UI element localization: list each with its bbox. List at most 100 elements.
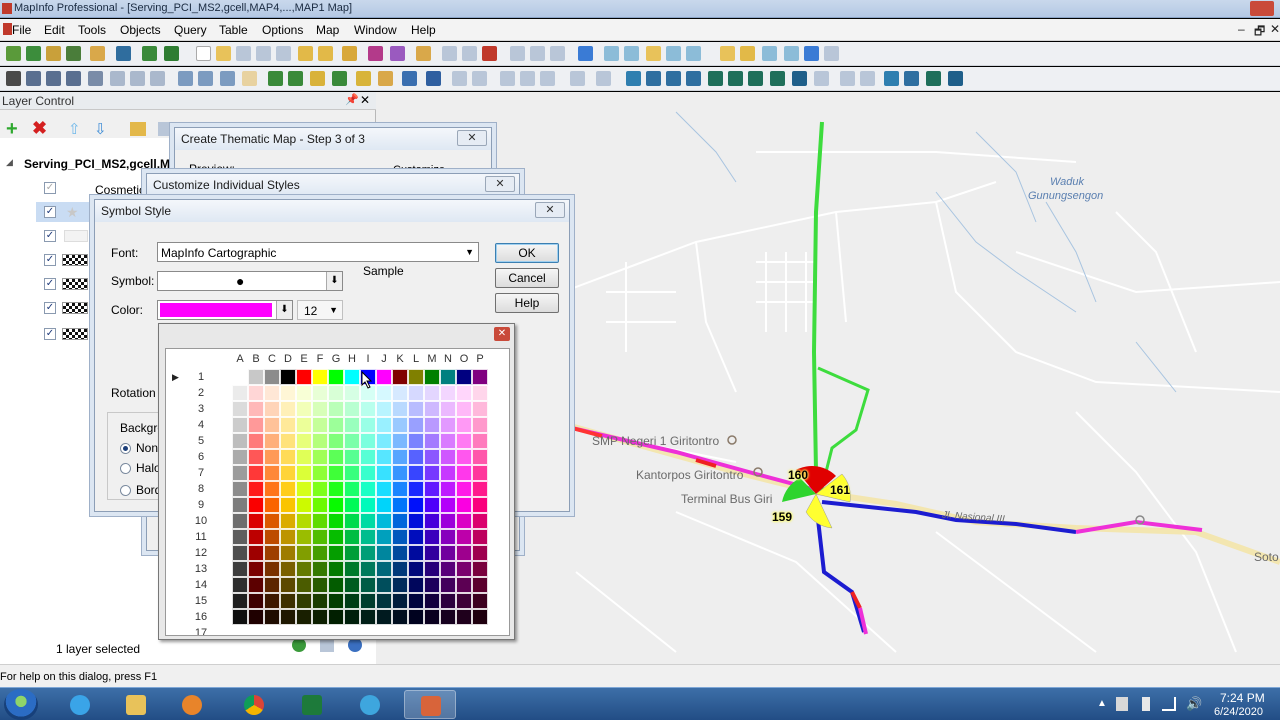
polygon-tool-icon[interactable] xyxy=(708,71,723,86)
select-arrow-icon[interactable] xyxy=(6,71,21,86)
palette-color-cell[interactable] xyxy=(440,497,456,513)
palette-color-cell[interactable] xyxy=(232,529,248,545)
label-tool-icon[interactable] xyxy=(310,71,325,86)
palette-color-cell[interactable] xyxy=(296,609,312,625)
remove-layer-icon[interactable]: ✖ xyxy=(32,119,47,137)
palette-color-cell[interactable] xyxy=(424,561,440,577)
palette-color-cell[interactable] xyxy=(456,545,472,561)
palette-color-cell[interactable] xyxy=(280,577,296,593)
print-preview-icon[interactable] xyxy=(462,46,477,61)
palette-color-cell[interactable] xyxy=(280,609,296,625)
palette-color-cell[interactable] xyxy=(264,417,280,433)
palette-color-cell[interactable] xyxy=(232,625,248,635)
ok-button[interactable]: OK xyxy=(495,243,559,263)
node-icon[interactable] xyxy=(520,71,535,86)
palette-color-cell[interactable] xyxy=(280,529,296,545)
palette-color-cell[interactable] xyxy=(360,401,376,417)
apply-icon[interactable] xyxy=(292,638,306,652)
palette-color-cell[interactable] xyxy=(408,417,424,433)
palette-color-cell[interactable] xyxy=(296,417,312,433)
palette-color-cell[interactable] xyxy=(376,465,392,481)
palette-color-cell[interactable] xyxy=(392,497,408,513)
palette-color-cell[interactable] xyxy=(424,497,440,513)
palette-color-cell[interactable] xyxy=(344,481,360,497)
region-style-icon[interactable] xyxy=(926,71,941,86)
palette-color-cell[interactable] xyxy=(280,561,296,577)
palette-color-cell[interactable] xyxy=(456,417,472,433)
palette-color-cell[interactable] xyxy=(264,513,280,529)
polyline-tool-icon[interactable] xyxy=(666,71,681,86)
zoom-out-icon[interactable] xyxy=(198,71,213,86)
palette-color-cell[interactable] xyxy=(296,561,312,577)
palette-color-cell[interactable] xyxy=(456,385,472,401)
undo-icon[interactable] xyxy=(578,46,593,61)
palette-color-cell[interactable] xyxy=(424,369,440,385)
palette-color-cell[interactable] xyxy=(408,369,424,385)
palette-color-cell[interactable] xyxy=(408,449,424,465)
open-workspace-icon[interactable] xyxy=(26,46,41,61)
palette-color-cell[interactable] xyxy=(312,529,328,545)
palette-color-cell[interactable] xyxy=(424,385,440,401)
palette-color-cell[interactable] xyxy=(296,545,312,561)
palette-color-cell[interactable] xyxy=(296,481,312,497)
palette-color-cell[interactable] xyxy=(296,593,312,609)
palette-color-cell[interactable] xyxy=(264,545,280,561)
palette-color-cell[interactable] xyxy=(392,545,408,561)
align-icon[interactable] xyxy=(500,71,515,86)
palette-color-cell[interactable] xyxy=(344,401,360,417)
palette-color-cell[interactable] xyxy=(232,449,248,465)
palette-color-cell[interactable] xyxy=(472,449,488,465)
symbol-close-button[interactable]: ✕ xyxy=(535,202,565,218)
palette-color-cell[interactable] xyxy=(232,433,248,449)
palette-color-cell[interactable] xyxy=(232,561,248,577)
menu-edit[interactable]: Edit xyxy=(44,23,65,37)
db-edit-icon[interactable] xyxy=(256,46,271,61)
palette-color-cell[interactable] xyxy=(328,561,344,577)
move-down-icon[interactable]: ⇩ xyxy=(94,120,107,138)
color-select[interactable]: ⬇ xyxy=(157,300,293,320)
palette-color-cell[interactable] xyxy=(328,625,344,635)
save-table-icon[interactable] xyxy=(368,46,383,61)
menu-map[interactable]: Map xyxy=(316,23,339,37)
menu-objects[interactable]: Objects xyxy=(120,23,161,37)
palette-color-cell[interactable] xyxy=(344,385,360,401)
palette-color-cell[interactable] xyxy=(360,609,376,625)
palette-color-cell[interactable] xyxy=(344,609,360,625)
layer-2-checkbox[interactable]: ✓ xyxy=(44,230,56,242)
network-icon[interactable] xyxy=(1162,697,1176,711)
font-select[interactable]: MapInfo Cartographic ▼ xyxy=(157,242,479,262)
palette-color-cell[interactable] xyxy=(456,449,472,465)
palette-color-cell[interactable] xyxy=(376,417,392,433)
palette-color-cell[interactable] xyxy=(328,577,344,593)
palette-color-cell[interactable] xyxy=(392,401,408,417)
palette-color-cell[interactable] xyxy=(392,433,408,449)
palette-color-cell[interactable] xyxy=(392,577,408,593)
palette-color-cell[interactable] xyxy=(312,481,328,497)
palette-color-cell[interactable] xyxy=(312,433,328,449)
palette-color-cell[interactable] xyxy=(328,401,344,417)
palette-color-cell[interactable] xyxy=(424,401,440,417)
palette-color-cell[interactable] xyxy=(328,497,344,513)
new-doc-icon[interactable] xyxy=(196,46,211,61)
palette-color-cell[interactable] xyxy=(264,401,280,417)
palette-color-cell[interactable] xyxy=(296,465,312,481)
new-browser-icon[interactable] xyxy=(604,46,619,61)
bg-border-radio[interactable] xyxy=(120,485,131,496)
palette-color-cell[interactable] xyxy=(424,593,440,609)
palette-color-cell[interactable] xyxy=(312,465,328,481)
palette-color-cell[interactable] xyxy=(328,513,344,529)
palette-color-cell[interactable] xyxy=(408,433,424,449)
palette-color-cell[interactable] xyxy=(376,561,392,577)
palette-color-cell[interactable] xyxy=(248,545,264,561)
palette-color-cell[interactable] xyxy=(424,545,440,561)
palette-color-cell[interactable] xyxy=(456,465,472,481)
palette-color-cell[interactable] xyxy=(456,433,472,449)
palette-color-cell[interactable] xyxy=(472,433,488,449)
palette-color-cell[interactable] xyxy=(408,561,424,577)
palette-color-cell[interactable] xyxy=(392,417,408,433)
pin-icon[interactable]: 📌 xyxy=(345,93,359,106)
arc-tool-icon[interactable] xyxy=(686,71,701,86)
palette-color-cell[interactable] xyxy=(296,529,312,545)
statistics-icon[interactable] xyxy=(762,46,777,61)
close-panel-icon[interactable]: ✕ xyxy=(360,93,370,107)
